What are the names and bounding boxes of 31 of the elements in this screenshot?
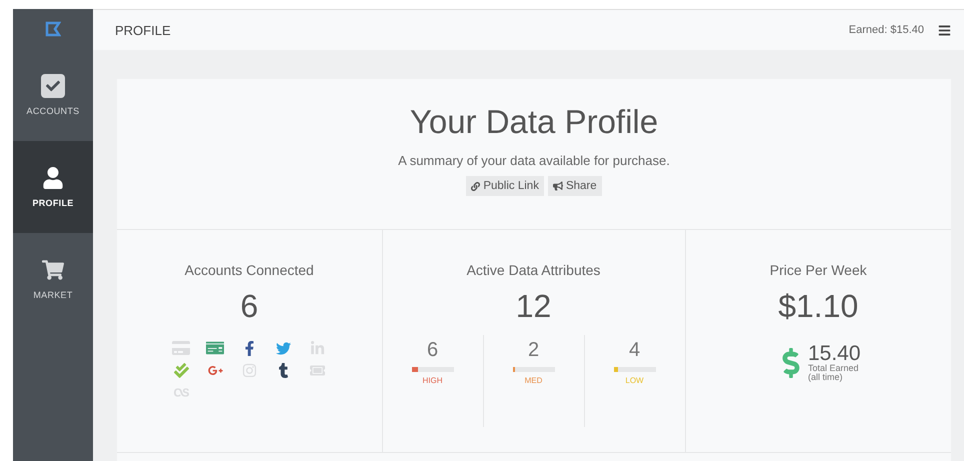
cart-icon (41, 258, 65, 282)
check-icon[interactable] (172, 361, 190, 379)
level-label: LOW (625, 376, 644, 385)
level-count: 2 (528, 339, 540, 362)
stat-value: 6 (240, 288, 258, 325)
action-button[interactable]: Public Link (466, 176, 544, 196)
total-earned-label: Total Earned (808, 364, 860, 373)
logo-icon (45, 21, 61, 37)
total-earned-note: (all time) (808, 373, 844, 382)
earned-amount: Earned: $15.40 (848, 24, 924, 36)
menu-icon[interactable] (938, 24, 951, 36)
stat-title: Active Data Attributes (466, 262, 600, 278)
level-count: 6 (426, 339, 438, 362)
megaphone-icon (552, 181, 563, 191)
checkbox-icon (41, 74, 65, 98)
user-icon (41, 166, 65, 190)
stat-title: Accounts Connected (184, 262, 314, 278)
profile-subtitle: A summary of your data available for purchase. (398, 153, 670, 168)
stat-title: Price Per Week (770, 262, 867, 278)
level-label: HIGH (422, 376, 442, 385)
profile-title: Your Data Profile (410, 103, 658, 141)
action-button[interactable]: Share (548, 176, 602, 196)
page-title: PROFILE (115, 22, 172, 38)
link-icon (471, 182, 480, 190)
card-icon[interactable] (206, 339, 224, 357)
total-earned-value: 15.40 (808, 343, 861, 364)
stat-value: $1.10 (778, 288, 858, 325)
stat-value: 12 (516, 288, 552, 325)
nav-item[interactable]: PROFILE (13, 141, 93, 233)
level-count: 4 (628, 339, 640, 362)
level-label: MED (524, 376, 542, 385)
